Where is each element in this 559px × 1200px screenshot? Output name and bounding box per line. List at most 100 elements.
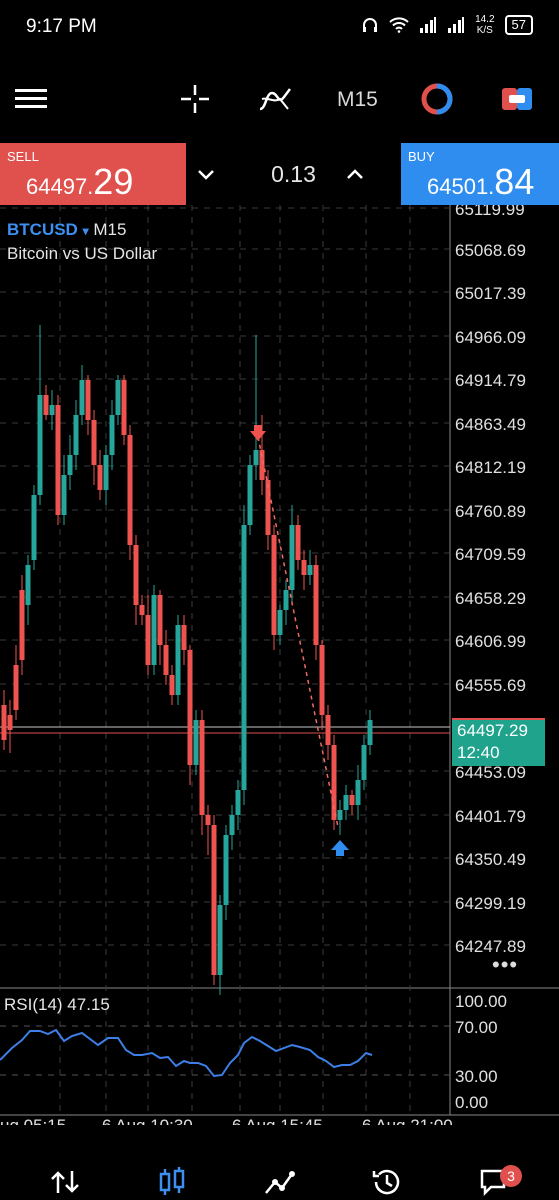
rsi-level-label: 30.00 [455, 1067, 498, 1086]
candle-body [103, 455, 109, 490]
candle-body [361, 745, 367, 780]
rsi-level-label: 100.00 [455, 992, 507, 1011]
price-label: 64863.49 [455, 415, 526, 434]
candle-body [211, 825, 217, 975]
signal-icon-2 [448, 17, 465, 33]
candle-body [115, 380, 121, 415]
candle-body [169, 675, 175, 695]
candle-body [193, 720, 199, 765]
wifi-icon [389, 17, 409, 33]
price-label: 64812.19 [455, 458, 526, 477]
indicators-icon[interactable] [258, 82, 292, 116]
history-icon[interactable] [370, 1165, 404, 1199]
candle-body [187, 650, 193, 765]
price-label: 64555.69 [455, 676, 526, 695]
time-label: 6 Aug 10:30 [102, 1116, 193, 1125]
candle-body [31, 495, 37, 560]
status-icons: 14.2 K/S 57 [361, 14, 533, 36]
quotes-icon[interactable] [48, 1165, 82, 1199]
rsi-line [0, 1028, 373, 1078]
crosshair-icon[interactable] [178, 82, 212, 116]
candle-body [61, 475, 67, 515]
candle-body [229, 815, 235, 835]
candle-body [241, 525, 247, 790]
candle-body [355, 780, 361, 805]
candle-body [313, 565, 319, 645]
candle-body [289, 525, 295, 590]
symbol-dropdown-icon: ▾ [82, 224, 89, 238]
sell-arrow-icon [250, 431, 266, 441]
rsi-label: RSI(14) 47.15 [4, 995, 110, 1014]
battery-indicator: 57 [504, 15, 533, 35]
candle-body [277, 610, 283, 635]
price-label: 65119.99 [455, 205, 525, 219]
time-label: ug 05:15 [0, 1116, 66, 1125]
messages-badge: 3 [500, 1165, 522, 1187]
trade-tab-icon[interactable] [262, 1165, 296, 1199]
candle-body [109, 415, 115, 455]
price-label: 64914.79 [455, 371, 526, 390]
candles [1, 325, 373, 995]
candle-body [301, 560, 307, 575]
candle-body [49, 405, 55, 415]
price-label: 64709.59 [455, 545, 526, 564]
candle-body [55, 405, 61, 515]
candle-body [133, 545, 139, 605]
candle-body [19, 590, 25, 660]
candle-body [85, 380, 91, 420]
candle-body [223, 835, 229, 905]
candle-body [367, 720, 373, 745]
price-label: 65017.39 [455, 284, 526, 303]
price-label: 64350.49 [455, 850, 526, 869]
candle-body [325, 715, 331, 745]
price-label: 64966.09 [455, 328, 526, 347]
status-bar: 9:17 PM 14.2 K/S 57 [0, 0, 559, 56]
candle-body [91, 420, 97, 465]
price-label: 64760.89 [455, 502, 526, 521]
candle-body [253, 450, 259, 465]
price-label: 64401.79 [455, 807, 526, 826]
timeframe-button[interactable]: M15 [337, 88, 378, 112]
candle-body [349, 795, 355, 805]
objects-icon[interactable] [420, 82, 454, 116]
lot-size[interactable]: 0.13 [186, 161, 401, 188]
buy-price: 64501.84 [427, 161, 535, 202]
candle-body [157, 595, 163, 645]
one-click-trading-icon[interactable] [500, 82, 534, 116]
price-label: 65068.69 [455, 241, 526, 260]
candle-body [271, 535, 277, 635]
candle-body [337, 810, 343, 820]
buy-button[interactable]: BUY 64501.84 [401, 143, 559, 205]
more-options-button[interactable]: ••• [492, 952, 518, 978]
symbol-selector[interactable]: BTCUSD ▾ M15 [7, 220, 126, 240]
candle-body [343, 795, 349, 810]
candle-body [163, 645, 169, 675]
lot-control: 0.13 [186, 143, 401, 205]
chart-timeframe: M15 [93, 220, 127, 239]
candle-body [151, 595, 157, 665]
sell-price: 64497.29 [26, 161, 134, 202]
candle-body [217, 905, 223, 975]
candle-body [1, 705, 7, 740]
menu-icon[interactable] [14, 82, 48, 116]
symbol-description: Bitcoin vs US Dollar [7, 244, 158, 263]
candle-body [307, 565, 313, 575]
candle-body [25, 565, 31, 605]
candle-body [127, 435, 133, 545]
candle-body [205, 815, 211, 825]
sell-button[interactable]: SELL 64497.29 [0, 143, 186, 205]
chevron-up-icon[interactable] [343, 163, 367, 185]
candle-body [235, 790, 241, 815]
price-label: 64299.19 [455, 894, 526, 913]
time-label: 6 Aug 21:00 [362, 1116, 453, 1125]
chart-tab-icon[interactable] [155, 1165, 189, 1199]
candle-body [43, 395, 49, 415]
rsi-level-label: 0.00 [455, 1093, 488, 1112]
buy-arrow-stem [336, 849, 344, 856]
price-label: 64658.29 [455, 589, 526, 608]
signal-icon [420, 17, 437, 33]
candle-body [97, 465, 103, 490]
price-chart[interactable]: 65119.99 65068.69 65017.39 64966.09 64914.79… [0, 205, 559, 1125]
candle-body [283, 590, 289, 610]
trade-link-line [257, 436, 339, 828]
